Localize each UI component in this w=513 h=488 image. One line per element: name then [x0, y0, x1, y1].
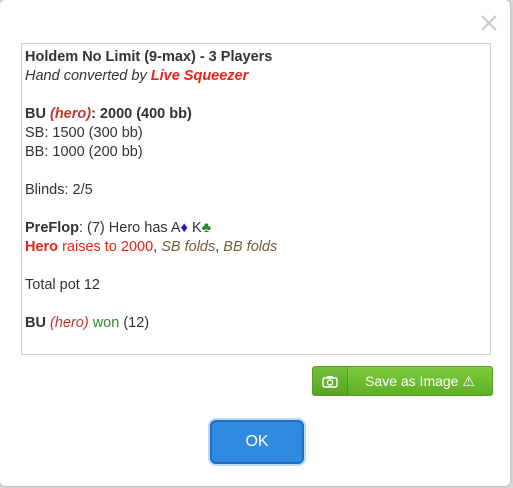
hand-history-box: Holdem No Limit (9-max) - 3 Players Hand…: [21, 43, 491, 355]
preflop-line: PreFlop: (7) Hero has A♦ K♣: [25, 219, 490, 238]
hand-dialog: Holdem No Limit (9-max) - 3 Players Hand…: [0, 0, 510, 486]
converted-line: Hand converted by Live Squeezer: [25, 67, 490, 86]
action-bb-fold: BB folds: [223, 239, 278, 255]
preflop-label: PreFlop: [25, 220, 79, 236]
total-pot: Total pot 12: [25, 277, 100, 293]
club-suit-icon: ♣: [201, 220, 212, 236]
seat-bb: BB: 1000 (200 bb): [25, 144, 143, 160]
result-amount: (12): [119, 315, 150, 331]
seat-bu: BU (hero): 2000 (400 bb): [25, 105, 490, 124]
diamond-suit-icon: ♦: [180, 220, 188, 236]
close-icon: [481, 15, 497, 31]
save-as-image-label: Save as Image ⚠: [365, 372, 475, 389]
action-hero: Hero: [25, 239, 59, 255]
bu-label: BU: [25, 106, 50, 122]
result-hero-tag: (hero): [49, 315, 89, 331]
brand-link[interactable]: Live Squeezer: [151, 68, 249, 84]
result-bu: BU: [25, 315, 50, 331]
save-as-image-button[interactable]: Save as Image ⚠: [312, 366, 493, 396]
blinds-line: Blinds: 2/5: [25, 182, 93, 198]
close-button[interactable]: [478, 12, 500, 34]
converted-prefix: Hand converted by: [25, 68, 151, 84]
action-sb-fold: SB folds: [161, 239, 216, 255]
card2-rank: K: [187, 220, 202, 236]
preflop-text: : (7) Hero has A: [78, 220, 181, 236]
bu-stack: : 2000 (400 bb): [91, 106, 192, 122]
game-title: Holdem No Limit (9-max) - 3 Players: [25, 49, 273, 65]
bu-hero-tag: (hero): [49, 106, 92, 122]
ok-button[interactable]: OK: [210, 420, 304, 464]
result-line: BU (hero) won (12): [25, 314, 490, 333]
action-raise: raises to 2000: [58, 239, 154, 255]
seat-sb: SB: 1500 (300 bb): [25, 125, 143, 141]
camera-icon: [313, 367, 348, 395]
result-won: won: [88, 315, 120, 331]
preflop-actions: Hero raises to 2000, SB folds, BB folds: [25, 238, 490, 257]
